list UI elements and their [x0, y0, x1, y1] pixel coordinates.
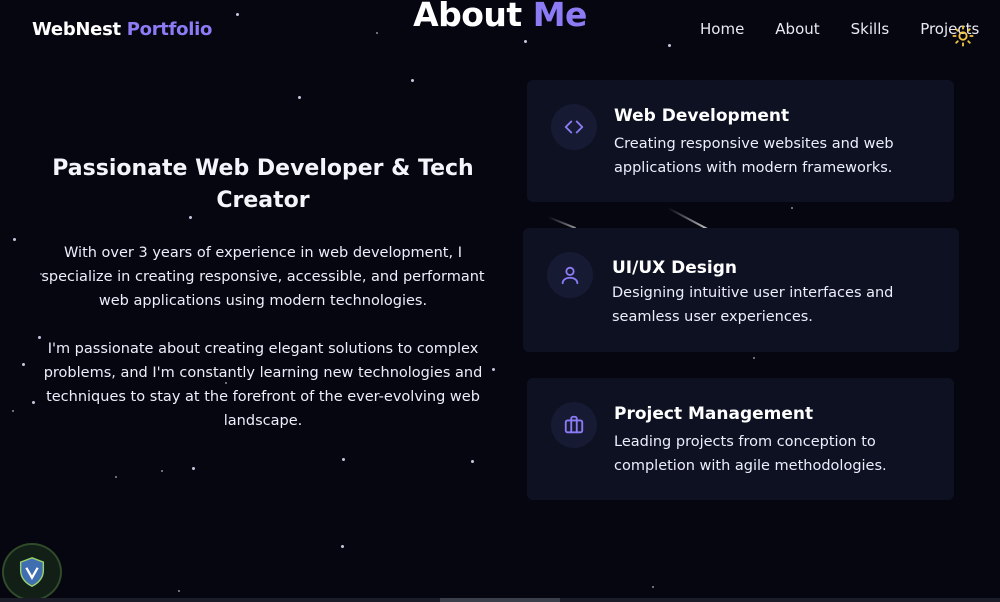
- user-icon: [547, 252, 593, 298]
- card-description: Designing intuitive user interfaces and …: [612, 285, 894, 325]
- about-text-block: Passionate Web Developer & Tech Creator …: [40, 153, 486, 433]
- service-card-web-development: Web Development Creating responsive webs…: [527, 80, 954, 202]
- scrollbar-thumb[interactable]: [440, 598, 560, 602]
- section-title-main: About: [413, 0, 522, 34]
- card-title: UI/UX Design: [612, 258, 738, 278]
- card-description: Leading projects from conception to comp…: [614, 434, 887, 474]
- card-title: Project Management: [614, 404, 814, 424]
- service-card-ui-ux-design: UI/UX Design Designing intuitive user in…: [523, 228, 959, 352]
- shield-icon: [19, 557, 45, 587]
- about-paragraph-2: I'm passionate about creating elegant so…: [43, 341, 483, 429]
- card-title: Web Development: [614, 106, 790, 126]
- briefcase-icon: [551, 402, 597, 448]
- about-heading: Passionate Web Developer & Tech Creator: [52, 156, 474, 213]
- service-card-project-management: Project Management Leading projects from…: [527, 378, 954, 500]
- section-title: About Me: [0, 0, 1000, 34]
- card-description: Creating responsive websites and web app…: [614, 136, 894, 176]
- code-icon: [551, 104, 597, 150]
- shield-logo-badge: [2, 543, 62, 601]
- about-paragraph-1: With over 3 years of experience in web d…: [41, 245, 485, 309]
- section-title-accent: Me: [532, 0, 588, 34]
- horizontal-scrollbar[interactable]: [0, 598, 1000, 602]
